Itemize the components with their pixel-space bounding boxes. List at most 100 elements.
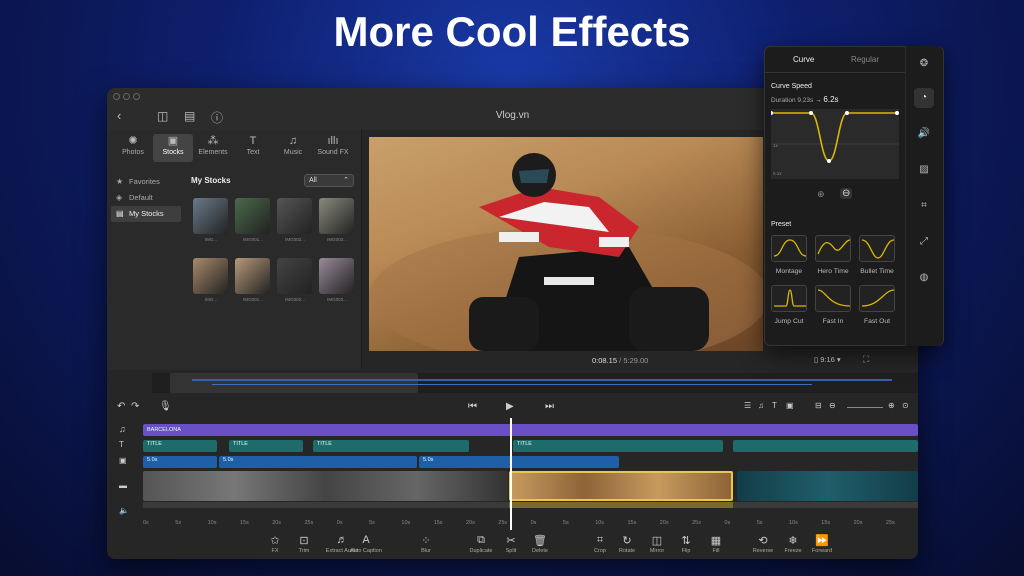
audio-waveform: [733, 502, 918, 508]
tab-text[interactable]: T Text: [233, 134, 273, 162]
time-ruler[interactable]: 0s 5s 10s 15s 20s 25s 0s 5s 10s 15s 20s 25s 0s 5s 10s 1…: [143, 520, 918, 528]
title-clip-label: TITLE: [147, 441, 162, 447]
ruler-tick: 20s: [659, 520, 669, 526]
previous-icon[interactable]: ⏮: [468, 401, 477, 412]
timeline-overview[interactable]: [152, 373, 918, 393]
tab-elements[interactable]: ⁂ Elements: [193, 134, 233, 162]
tab-sound-fx[interactable]: ıllı Sound FX: [313, 134, 353, 162]
tab-regular[interactable]: Regular: [851, 55, 879, 64]
stock-thumbnail[interactable]: [319, 258, 354, 294]
next-icon[interactable]: ⏭: [545, 401, 554, 412]
fit-icon[interactable]: ⊟: [815, 401, 822, 410]
tab-music[interactable]: ♫ Music: [273, 134, 313, 162]
preset-heading: Preset: [771, 221, 792, 228]
tool-fill[interactable]: ▦ Fill: [693, 534, 739, 554]
play-icon[interactable]: ▶: [506, 401, 514, 412]
ruler-tick: 15s: [239, 520, 249, 526]
axis-low-label: 0.1x: [773, 171, 782, 176]
microphone-icon[interactable]: 🎙: [159, 401, 172, 412]
overview-window[interactable]: [170, 373, 418, 393]
title-clip[interactable]: TITLE: [513, 440, 723, 452]
sticker-clip-duration: 5.0s: [423, 457, 434, 463]
stock-thumbnail[interactable]: [235, 198, 270, 234]
sticker-clip[interactable]: 5.0s: [143, 456, 217, 468]
tool-auto-caption[interactable]: A Auto Caption: [343, 534, 389, 554]
window-close-button[interactable]: [113, 93, 120, 100]
preset-montage[interactable]: [771, 235, 807, 262]
track-list-icon[interactable]: ☰: [744, 401, 751, 410]
tab-curve[interactable]: Curve: [793, 55, 814, 64]
volume-panel-icon[interactable]: 🔊: [914, 124, 934, 144]
thumbnail-caption: IMG001...: [243, 297, 263, 302]
music-icon: ♫: [288, 135, 298, 147]
transform-icon[interactable]: ⤢: [914, 232, 934, 252]
stock-thumbnail[interactable]: [193, 198, 228, 234]
add-point-icon[interactable]: ⊕: [817, 189, 825, 200]
adjust-icon[interactable]: ▨: [914, 160, 934, 180]
filter-select[interactable]: All ⌃: [304, 174, 354, 187]
zoom-reset-icon[interactable]: ⊙: [902, 401, 909, 410]
stock-thumbnail[interactable]: [277, 198, 312, 234]
ruler-tick: 0s: [143, 520, 149, 526]
sticker-clip[interactable]: 5.0s: [219, 456, 417, 468]
video-clip[interactable]: [143, 471, 508, 501]
tool-delete[interactable]: 🗑 Delete: [517, 534, 563, 554]
effects-icon[interactable]: ❂: [914, 54, 934, 74]
speed-curve-editor[interactable]: [771, 109, 899, 179]
phone-icon: ▯: [814, 355, 819, 364]
sidebar-item-my-stocks[interactable]: ▤ My Stocks: [111, 206, 181, 222]
tab-stocks[interactable]: ▣ Stocks: [153, 134, 193, 162]
tool-label: FX: [271, 548, 279, 554]
window-maximize-button[interactable]: [133, 93, 140, 100]
title-clip[interactable]: TITLE: [143, 440, 217, 452]
preset-hero-time[interactable]: [815, 235, 851, 262]
thumbnail-caption: IMG002...: [285, 297, 305, 302]
title-clip[interactable]: [733, 440, 918, 452]
sticker-clip[interactable]: 5.0s: [419, 456, 619, 468]
stock-thumbnail[interactable]: [319, 198, 354, 234]
stock-thumbnail[interactable]: [277, 258, 312, 294]
audio-clip[interactable]: BARCELONA: [143, 424, 918, 436]
sidebar-item-default[interactable]: ◈ Default: [111, 190, 181, 206]
tool-blur[interactable]: ⁘ Blur: [403, 534, 449, 554]
remove-point-icon[interactable]: ⊖: [840, 188, 853, 199]
tool-label: Blur: [421, 548, 431, 554]
crop-panel-icon[interactable]: ⌗: [914, 196, 934, 216]
undo-icon[interactable]: ↶: [117, 401, 125, 412]
window-minimize-button[interactable]: [123, 93, 130, 100]
music-track-icon[interactable]: ♫: [758, 401, 764, 410]
zoom-out-icon[interactable]: ⊖: [829, 401, 836, 410]
fullscreen-icon[interactable]: ⛶: [863, 354, 869, 365]
image-track-icon[interactable]: ▣: [786, 401, 794, 410]
video-preview[interactable]: [369, 137, 763, 351]
playhead[interactable]: [510, 418, 512, 530]
redo-icon[interactable]: ↷: [131, 401, 139, 412]
volume-icon[interactable]: 🔈: [119, 506, 129, 515]
title-clip[interactable]: TITLE: [229, 440, 303, 452]
preset-bullet-time[interactable]: [859, 235, 895, 262]
preset-fast-in[interactable]: [815, 285, 851, 312]
total-time: 5:29.00: [623, 356, 649, 365]
current-time: 0:08.15: [592, 356, 618, 365]
thumbnail-caption: IMG...: [204, 297, 218, 302]
aspect-ratio-select[interactable]: ▯ 9:16 ▾: [814, 355, 841, 364]
title-clip[interactable]: TITLE: [313, 440, 469, 452]
duration-row: Duration 9.23s → 6.2s: [771, 95, 839, 104]
speed-icon[interactable]: ◔: [914, 88, 934, 108]
sticker-clip-duration: 5.0s: [223, 457, 234, 463]
color-icon[interactable]: ◍: [914, 268, 934, 288]
sidebar-item-label: Default: [129, 193, 153, 202]
video-clip[interactable]: [737, 471, 918, 501]
video-clip-selected[interactable]: [509, 471, 733, 501]
stock-thumbnail[interactable]: [193, 258, 228, 294]
preset-jump-cut[interactable]: [771, 285, 807, 312]
zoom-slider[interactable]: [847, 407, 883, 408]
preset-fast-out[interactable]: [859, 285, 895, 312]
text-track-icon[interactable]: T: [772, 401, 777, 410]
tool-forward[interactable]: ⏩ Forward: [799, 534, 845, 554]
zoom-in-icon[interactable]: ⊕: [888, 401, 895, 410]
stock-thumbnail[interactable]: [235, 258, 270, 294]
tab-photos[interactable]: ✺ Photos: [113, 134, 153, 162]
sidebar-item-favorites[interactable]: ★ Favorites: [111, 174, 181, 190]
arrow-icon: →: [815, 97, 822, 104]
